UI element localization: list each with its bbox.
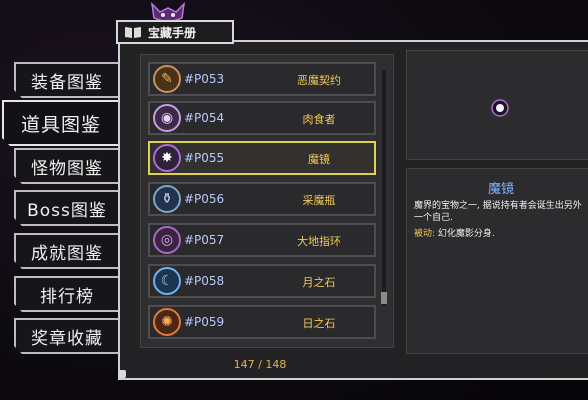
tab-monster-codex[interactable]: 怪物图鉴: [14, 148, 118, 184]
scroll-icon: ✎: [153, 65, 181, 93]
mirror-icon: ✸: [153, 144, 181, 172]
item-row[interactable]: ✎ #P053 恶魔契约: [148, 62, 376, 96]
tab-medal-collection[interactable]: 奖章收藏: [14, 318, 118, 354]
item-code: #P053: [184, 72, 225, 86]
item-name: 日之石: [302, 317, 336, 330]
item-row[interactable]: ◎ #P057 大地指环: [148, 223, 376, 257]
mirror-icon: [491, 99, 509, 117]
item-row-selected[interactable]: ✸ #P055 魔镜: [148, 141, 376, 175]
item-code: #P056: [184, 192, 225, 206]
frame-title: 宝藏手册: [148, 25, 197, 40]
frame-title-tab: 宝藏手册: [116, 20, 234, 44]
list-scrollbar-thumb[interactable]: [381, 292, 387, 304]
collection-counter: 147 / 148: [233, 358, 287, 371]
item-code: #P058: [184, 274, 225, 288]
item-row[interactable]: ☾ #P058 月之石: [148, 264, 376, 298]
item-code: #P055: [184, 151, 225, 165]
tab-item-codex[interactable]: 道具图鉴: [2, 100, 118, 146]
item-code: #P054: [184, 111, 225, 125]
tab-boss-codex[interactable]: Boss图鉴: [14, 190, 118, 226]
sun-stone-icon: ✺: [153, 308, 181, 336]
frame-corner-ornament: [118, 370, 126, 378]
item-row[interactable]: ✺ #P059 日之石: [148, 305, 376, 339]
tab-label: 排行榜: [40, 286, 94, 307]
item-row[interactable]: ◉ #P054 肉食者: [148, 101, 376, 135]
tab-equipment-codex[interactable]: 装备图鉴: [14, 62, 118, 98]
item-row[interactable]: ⚱ #P056 采魔瓶: [148, 182, 376, 216]
skill-label: 被动:: [414, 229, 436, 239]
item-detail-title: 魔镜: [487, 182, 514, 197]
item-name: 月之石: [302, 276, 336, 289]
tab-achievement-codex[interactable]: 成就图鉴: [14, 233, 118, 269]
list-scrollbar[interactable]: [382, 70, 386, 306]
item-name: 魔镜: [308, 153, 330, 166]
tab-label: 奖章收藏: [31, 328, 103, 349]
skill-text: 幻化魔影分身.: [435, 229, 495, 239]
moon-stone-icon: ☾: [153, 267, 181, 295]
eye-icon: ◉: [153, 104, 181, 132]
item-name: 肉食者: [302, 113, 336, 126]
tab-label: 道具图鉴: [20, 113, 101, 136]
tab-label: 装备图鉴: [31, 72, 103, 93]
item-name: 大地指环: [297, 235, 341, 248]
item-code: #P057: [184, 233, 225, 247]
item-description: 魔界的宝物之一, 据说持有者会诞生出另外一个自己.: [414, 201, 582, 223]
ring-icon: ◎: [153, 226, 181, 254]
item-name: 采魔瓶: [302, 194, 336, 207]
item-code: #P059: [184, 315, 225, 329]
item-skill: 被动: 幻化魔影分身.: [414, 226, 586, 239]
bottle-icon: ⚱: [153, 185, 181, 213]
tab-label: 怪物图鉴: [31, 158, 103, 179]
book-icon: [125, 27, 141, 38]
tab-leaderboard[interactable]: 排行榜: [14, 276, 118, 312]
item-name: 恶魔契约: [297, 74, 341, 87]
tab-label: Boss图鉴: [27, 200, 107, 221]
tab-label: 成就图鉴: [31, 243, 103, 264]
